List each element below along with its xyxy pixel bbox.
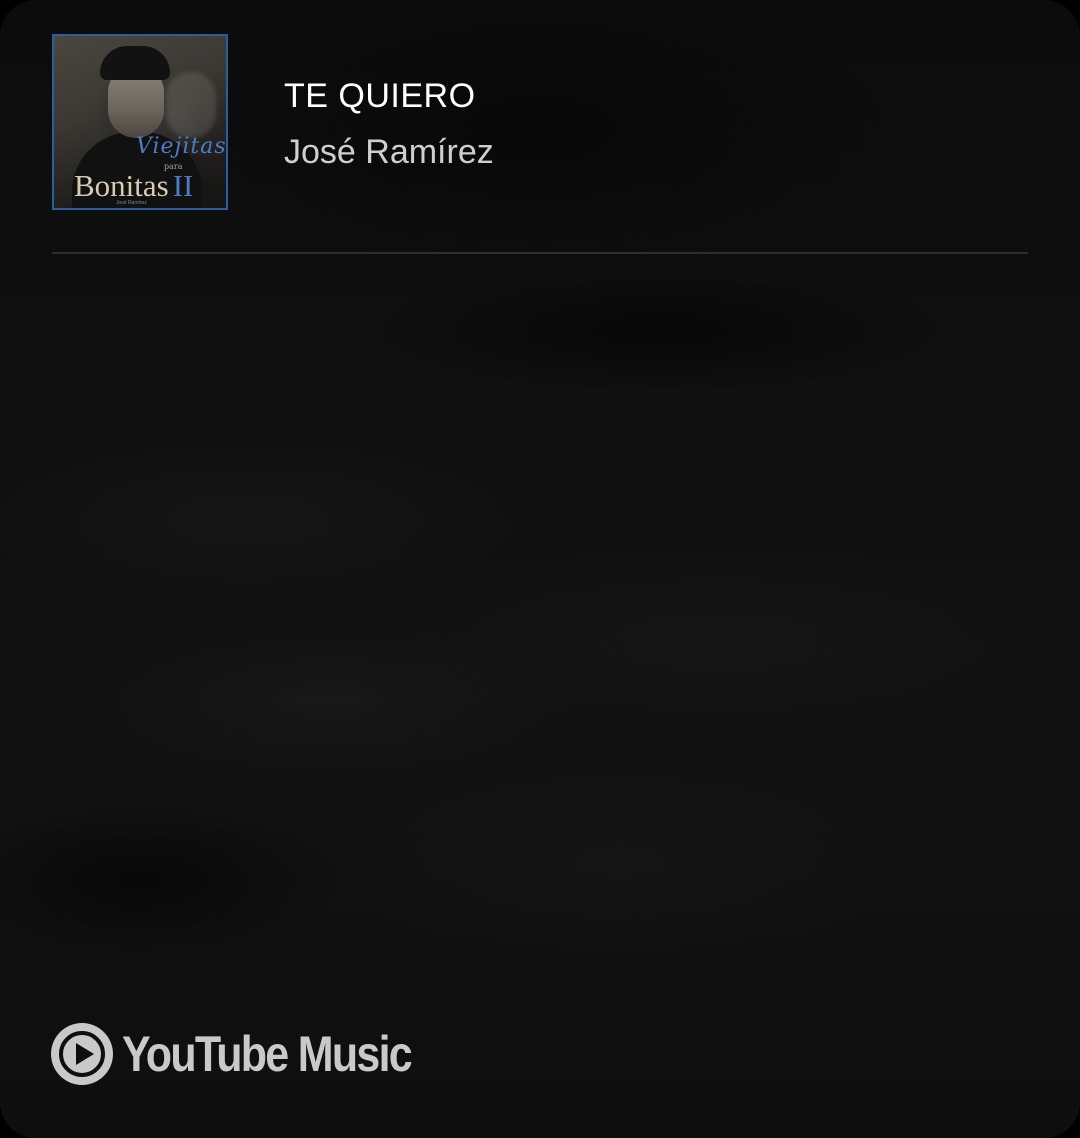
brand-name: YouTube Music — [122, 1026, 413, 1082]
youtube-music-logo: YouTube Music — [50, 1022, 458, 1086]
album-art-title: Bonitas II — [74, 168, 193, 204]
track-meta: TE QUIERO José Ramírez — [284, 34, 494, 172]
album-art-script-text: Viejitas — [136, 134, 227, 159]
song-title: TE QUIERO — [284, 77, 476, 115]
track-header: Viejitas para Bonitas II José Ramírez TE … — [52, 34, 494, 210]
album-art-numeral: II — [172, 168, 194, 203]
album-art-main-text: Bonitas — [74, 168, 169, 203]
album-art-credit: José Ramírez — [116, 200, 147, 206]
header-divider — [52, 252, 1028, 254]
youtube-music-play-icon — [51, 1023, 113, 1085]
album-art[interactable]: Viejitas para Bonitas II José Ramírez — [52, 34, 228, 210]
share-card: Viejitas para Bonitas II José Ramírez TE … — [0, 0, 1080, 1138]
artist-name: José Ramírez — [284, 133, 494, 171]
album-art-hair — [100, 46, 170, 80]
album-art-ghost-portrait — [166, 72, 216, 138]
